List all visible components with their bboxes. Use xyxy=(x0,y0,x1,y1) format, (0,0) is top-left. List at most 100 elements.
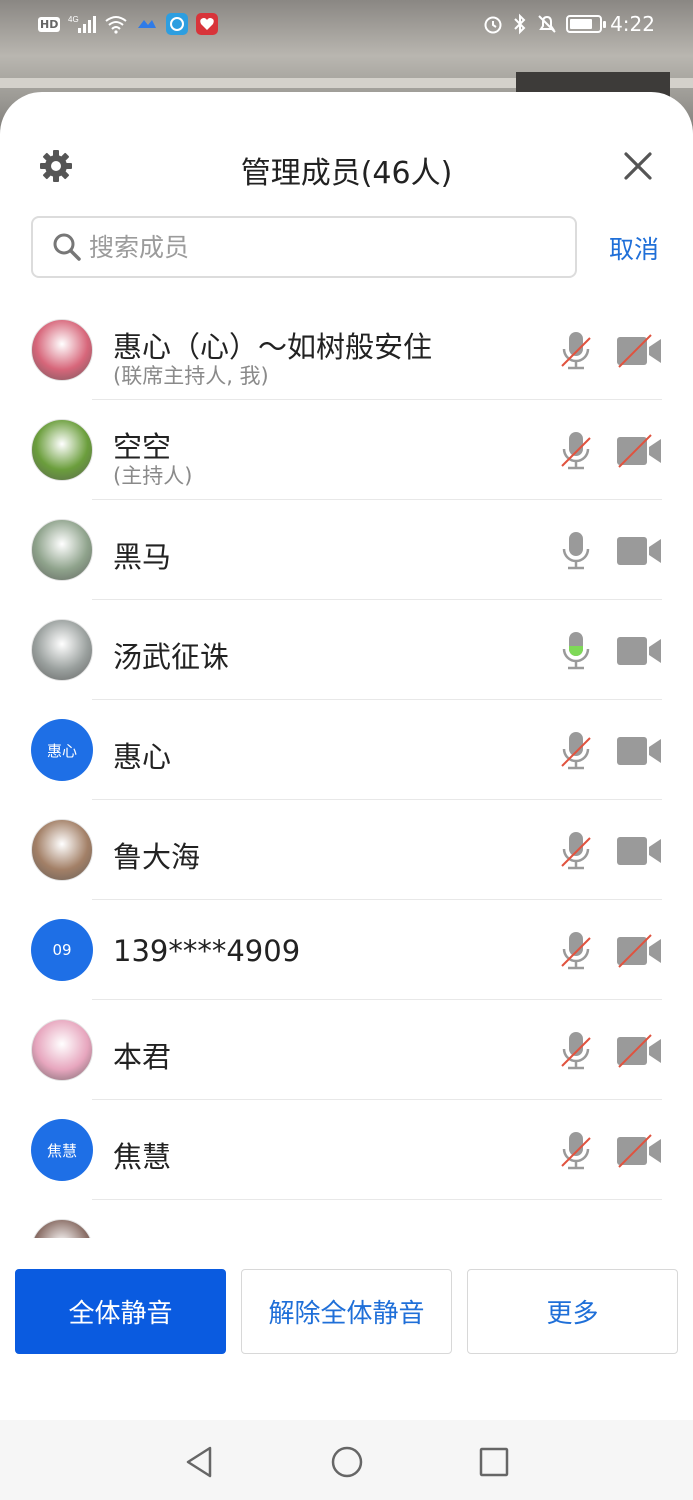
member-name: 本君 xyxy=(113,1040,172,1074)
member-role: (主持人) xyxy=(113,464,193,488)
avatar xyxy=(31,519,93,581)
mic-toggle-button[interactable] xyxy=(558,1030,594,1072)
avatar xyxy=(31,419,93,481)
home-circle-icon xyxy=(331,1446,363,1478)
video-camera-icon xyxy=(617,537,661,565)
member-name: 惠心 xyxy=(113,740,172,774)
mic-toggle-button[interactable] xyxy=(558,1130,594,1172)
mic-toggle-button[interactable] xyxy=(558,630,594,672)
member-row[interactable]: 惠心 惠心 xyxy=(0,700,693,800)
close-button[interactable] xyxy=(620,148,656,184)
video-camera-icon xyxy=(617,737,661,765)
member-row[interactable]: 09 139****4909 xyxy=(0,900,693,1000)
signal-icon: 4G xyxy=(68,14,97,34)
system-nav-bar xyxy=(0,1420,693,1500)
mic-toggle-button[interactable] xyxy=(558,930,594,972)
member-row[interactable]: 汤武征诛 xyxy=(0,600,693,700)
member-row[interactable]: 黑马 xyxy=(0,500,693,600)
avatar-initials: 惠心 xyxy=(46,741,77,760)
member-role: (联席主持人, 我) xyxy=(113,364,269,388)
status-right: 4:22 xyxy=(482,12,655,36)
camera-toggle-button[interactable] xyxy=(615,934,663,968)
network-type-label: 4G xyxy=(68,15,79,24)
avatar xyxy=(31,819,93,881)
home-button[interactable] xyxy=(327,1442,367,1482)
avatar: 焦慧 xyxy=(31,1119,93,1181)
member-row[interactable]: 本君 xyxy=(0,1000,693,1100)
member-name: 焦慧 xyxy=(113,1140,172,1174)
camera-toggle-button[interactable] xyxy=(615,634,663,668)
microphone-icon xyxy=(561,1032,591,1070)
status-left: HD 4G xyxy=(38,13,219,35)
avatar xyxy=(31,319,93,381)
cancel-button[interactable]: 取消 xyxy=(609,230,659,266)
camera-toggle-button[interactable] xyxy=(615,734,663,768)
mute-bell-icon xyxy=(536,13,558,35)
video-camera-icon xyxy=(617,334,661,368)
camera-toggle-button[interactable] xyxy=(615,834,663,868)
video-camera-icon xyxy=(617,837,661,865)
close-icon xyxy=(624,152,652,180)
unmute-all-button[interactable]: 解除全体静音 xyxy=(241,1269,452,1354)
clock: 4:22 xyxy=(610,12,655,36)
member-row[interactable]: 空空 (主持人) xyxy=(0,400,693,500)
video-camera-icon xyxy=(617,1034,661,1068)
camera-toggle-button[interactable] xyxy=(615,334,663,368)
back-button[interactable] xyxy=(180,1442,220,1482)
search-icon xyxy=(53,233,81,261)
recents-button[interactable] xyxy=(474,1442,514,1482)
mic-toggle-button[interactable] xyxy=(558,430,594,472)
camera-toggle-button[interactable] xyxy=(615,434,663,468)
manage-members-sheet: 管理成员(46人) 取消 惠心（心）～如树般安住(联席主持人, 我)空空(主持人… xyxy=(0,92,693,1420)
bluetooth-icon xyxy=(512,13,528,35)
search-row: 取消 xyxy=(31,216,671,278)
member-row[interactable]: 惠心（心）～如树般安住 (联席主持人, 我) xyxy=(0,300,693,400)
camera-toggle-button[interactable] xyxy=(615,1134,663,1168)
back-triangle-icon xyxy=(186,1446,212,1478)
recents-square-icon xyxy=(479,1447,509,1477)
member-name: 鲁大海 xyxy=(113,840,201,874)
microphone-icon xyxy=(561,932,591,970)
video-camera-icon xyxy=(617,434,661,468)
member-name: 汤武征诛 xyxy=(113,640,230,674)
camera-toggle-button[interactable] xyxy=(615,534,663,568)
avatar xyxy=(31,1019,93,1081)
mic-toggle-button[interactable] xyxy=(558,530,594,572)
mute-all-button[interactable]: 全体静音 xyxy=(15,1269,226,1354)
meeting-app-icon xyxy=(136,16,158,32)
search-box[interactable] xyxy=(31,216,577,278)
mic-toggle-button[interactable] xyxy=(558,730,594,772)
microphone-icon xyxy=(561,432,591,470)
microphone-icon xyxy=(561,1132,591,1170)
more-button[interactable]: 更多 xyxy=(467,1269,678,1354)
avatar xyxy=(31,1219,93,1238)
page-title: 管理成员(46人) xyxy=(240,156,453,191)
member-name: 黑马 xyxy=(113,540,172,574)
microphone-icon xyxy=(562,632,590,670)
battery-icon xyxy=(566,15,607,33)
member-row[interactable]: 鲁大海 xyxy=(0,800,693,900)
search-input[interactable] xyxy=(89,232,549,262)
wifi-icon xyxy=(104,14,128,34)
mic-toggle-button[interactable] xyxy=(558,330,594,372)
mic-toggle-button[interactable] xyxy=(558,830,594,872)
member-row[interactable]: 焦慧 焦慧 xyxy=(0,1100,693,1200)
hd-indicator: HD xyxy=(38,16,61,32)
video-camera-icon xyxy=(617,637,661,665)
status-bar: HD 4G 4:22 xyxy=(0,0,693,48)
heart-app-icon xyxy=(196,13,219,35)
sheet-header: 管理成员(46人) xyxy=(0,142,693,192)
video-camera-icon xyxy=(617,934,661,968)
browser-app-icon xyxy=(166,13,189,35)
member-list: 惠心（心）～如树般安住 (联席主持人, 我) 空空 (主持人) 黑马汤武征诛惠心 惠心鲁大… xyxy=(0,300,693,1238)
avatar-initials: 焦慧 xyxy=(46,1141,77,1160)
avatar xyxy=(31,619,93,681)
avatar-initials: 09 xyxy=(52,941,72,959)
camera-toggle-button[interactable] xyxy=(615,1034,663,1068)
row-divider xyxy=(92,1199,662,1200)
video-camera-icon xyxy=(617,1134,661,1168)
bottom-actions: 全体静音 解除全体静音 更多 xyxy=(15,1269,678,1354)
microphone-icon xyxy=(561,332,591,370)
alarm-icon xyxy=(482,13,504,35)
microphone-icon xyxy=(561,732,591,770)
